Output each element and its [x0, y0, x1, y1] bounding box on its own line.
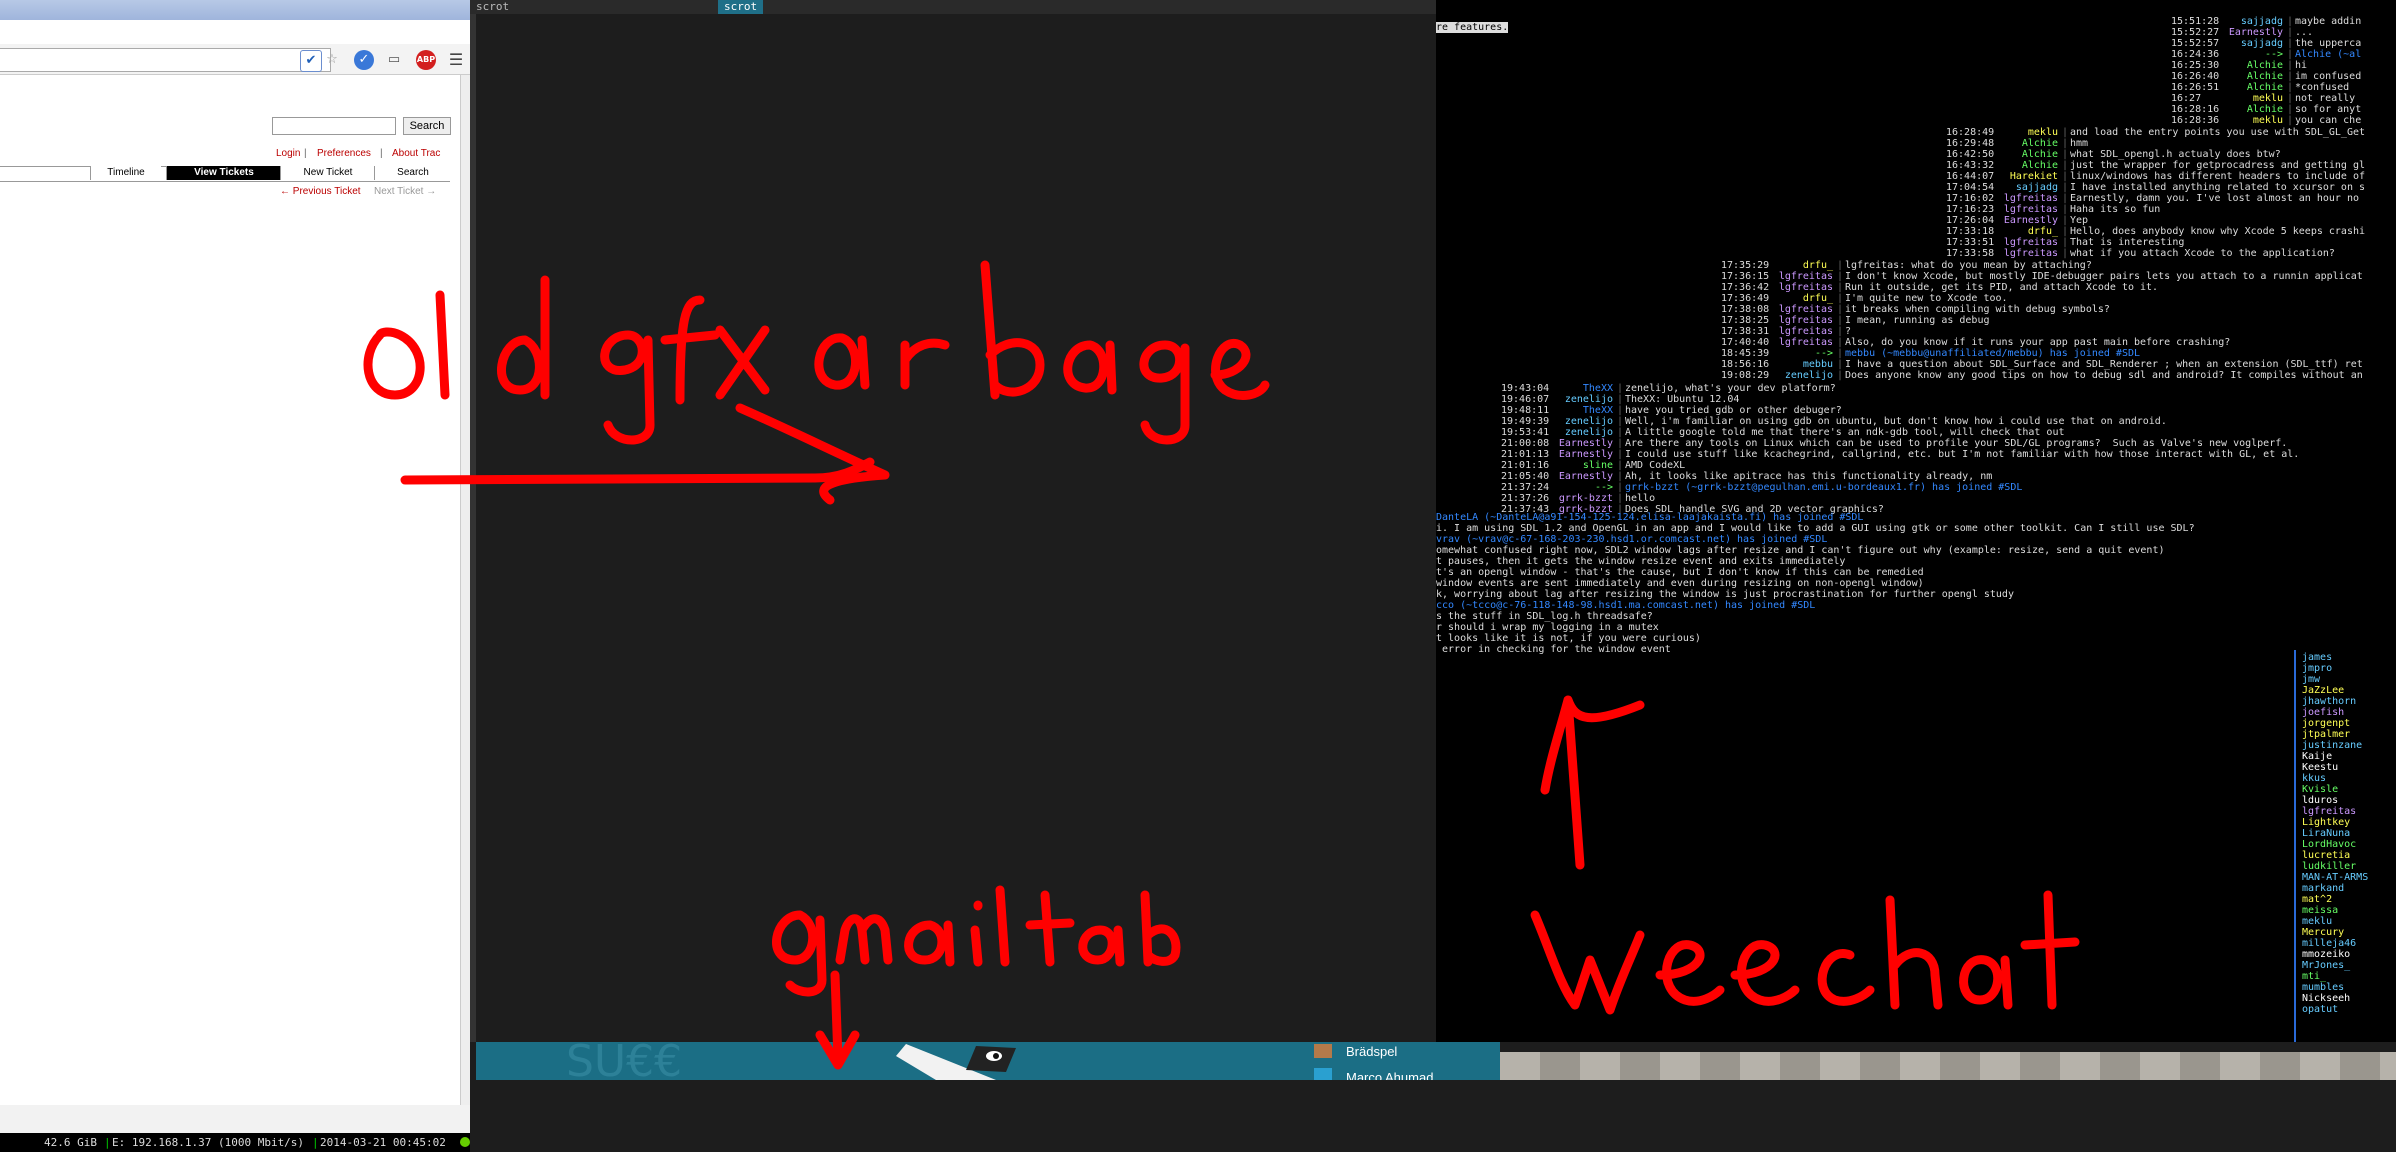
annotation-stroke	[1139, 340, 1190, 445]
annotation-stroke	[1655, 940, 1725, 1006]
annotation-stroke	[772, 910, 827, 997]
annotation-stroke	[715, 325, 770, 400]
annotation-stroke	[1025, 890, 1075, 967]
annotation-stroke	[660, 295, 720, 405]
annotation-stroke	[1730, 940, 1800, 1006]
annotation-layer	[363, 260, 2080, 1070]
annotation-stroke	[435, 290, 450, 400]
annotation-stroke	[1078, 925, 1125, 967]
annotation-stroke	[900, 338, 950, 390]
annotation-stroke	[1885, 895, 1943, 1010]
annotation-stroke	[814, 333, 870, 390]
annotation-stroke	[1817, 949, 1875, 1006]
annotation-stroke	[980, 260, 1045, 400]
annotation-stroke	[815, 970, 860, 1070]
annotation-stroke	[363, 327, 425, 400]
annotation-stroke	[1140, 890, 1181, 967]
annotation-stroke	[904, 920, 955, 967]
annotation-stroke	[970, 900, 983, 967]
annotation-stroke	[1540, 695, 1645, 870]
annotation-stroke	[835, 914, 893, 965]
annotation-stroke	[1063, 340, 1117, 395]
annotation-stroke	[995, 885, 1010, 967]
annotation-stroke	[497, 275, 550, 400]
annotation-stroke	[1210, 338, 1270, 400]
annotation-stroke	[2020, 890, 2080, 1010]
annotation-stroke	[400, 457, 875, 485]
annotation-stroke	[1959, 955, 2013, 1010]
annotation-stroke	[600, 330, 655, 445]
annotation-stroke	[1530, 910, 1645, 1015]
annotation-stroke	[735, 403, 890, 505]
